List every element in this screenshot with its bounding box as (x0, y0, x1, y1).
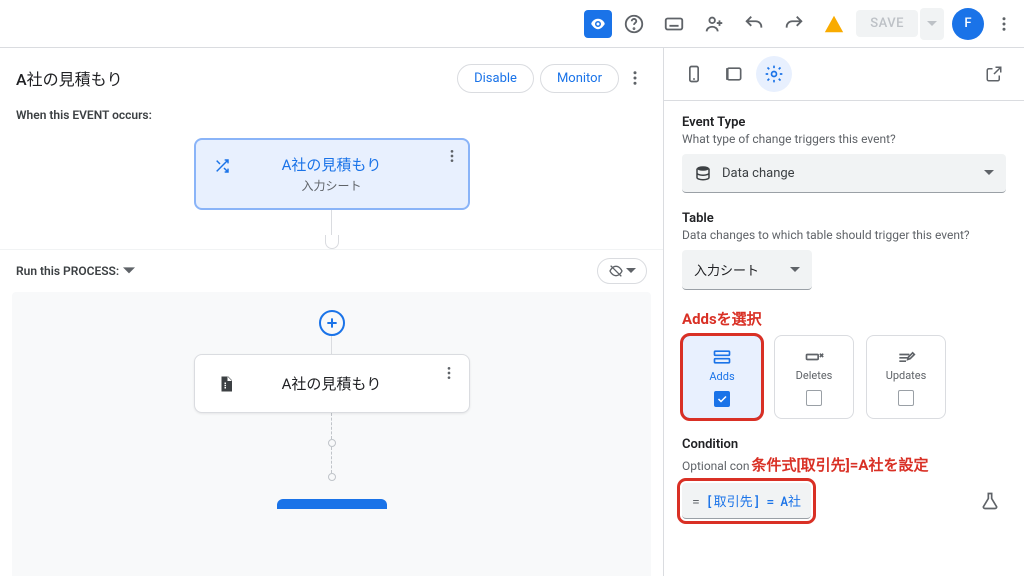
checkbox-icon (806, 390, 822, 406)
open-external-icon[interactable] (976, 56, 1012, 92)
automation-more-icon[interactable] (623, 60, 647, 96)
option-adds[interactable]: Adds (682, 335, 762, 419)
equals-prefix-icon: = (692, 492, 700, 510)
table-select[interactable]: 入力シート (682, 250, 812, 290)
event-type-desc: What type of change triggers this event? (682, 132, 1006, 146)
keyboard-icon[interactable] (656, 6, 692, 42)
process-canvas: A社の見積もり (12, 292, 651, 576)
avatar[interactable]: F (952, 8, 984, 40)
event-type-select[interactable]: Data change (682, 154, 1006, 193)
event-section-label: When this EVENT occurs: (0, 108, 663, 130)
add-step-button[interactable] (319, 310, 345, 336)
process-card-title: A社の見積もり (282, 373, 382, 394)
redo-icon[interactable] (776, 6, 812, 42)
checkbox-checked-icon (714, 391, 730, 407)
event-card-menu-icon[interactable] (444, 148, 460, 164)
deletes-icon (804, 349, 824, 365)
preview-icon[interactable] (584, 10, 612, 38)
automation-title: A社の見積もり (16, 66, 123, 90)
chevron-down-icon[interactable] (123, 265, 135, 277)
condition-label: Condition (682, 437, 1006, 452)
save-dropdown-icon (920, 8, 944, 40)
table-label: Table (682, 211, 1006, 226)
condition-column: [取引先] (706, 491, 761, 510)
condition-input[interactable]: = [取引先] = A社 (682, 483, 811, 519)
document-icon (217, 375, 235, 393)
option-updates-label: Updates (886, 369, 927, 382)
tab-tablet-icon[interactable] (716, 56, 752, 92)
process-section-label: Run this PROCESS: (16, 264, 119, 278)
process-end-bar (277, 499, 387, 509)
event-card[interactable]: A社の見積もり 入力シート (194, 138, 470, 210)
condition-value: A社 (780, 491, 801, 510)
tab-settings-icon[interactable] (756, 56, 792, 92)
add-user-icon[interactable] (696, 6, 732, 42)
updates-icon (896, 349, 916, 365)
disable-button[interactable]: Disable (457, 64, 534, 93)
annotation-condition: 条件式[取引先]=A社を設定 (751, 454, 928, 475)
undo-icon[interactable] (736, 6, 772, 42)
table-desc: Data changes to which table should trigg… (682, 228, 1006, 242)
annotation-adds: Addsを選択 (682, 308, 1006, 329)
event-card-title: A社の見積もり (282, 154, 382, 175)
warning-icon[interactable] (816, 6, 852, 42)
option-deletes-label: Deletes (796, 369, 833, 382)
process-card-menu-icon[interactable] (441, 365, 457, 381)
adds-icon (712, 348, 732, 366)
condition-op: = (766, 492, 774, 510)
shuffle-icon (214, 158, 230, 174)
database-icon (694, 164, 712, 182)
save-button: SAVE (856, 10, 918, 37)
chevron-down-icon (790, 265, 800, 275)
event-type-label: Event Type (682, 115, 1006, 130)
tab-phone-icon[interactable] (676, 56, 712, 92)
monitor-button[interactable]: Monitor (540, 64, 619, 93)
option-adds-label: Adds (709, 370, 734, 383)
chevron-down-icon (984, 168, 994, 178)
event-type-value: Data change (722, 166, 795, 181)
more-vert-icon[interactable] (992, 6, 1016, 42)
event-card-subtitle: 入力シート (301, 177, 361, 194)
flask-icon[interactable] (980, 491, 1000, 511)
help-icon[interactable] (616, 6, 652, 42)
visibility-toggle[interactable] (597, 258, 647, 284)
option-deletes[interactable]: Deletes (774, 335, 854, 419)
condition-desc: Optional con (682, 459, 749, 473)
option-updates[interactable]: Updates (866, 335, 946, 419)
table-value: 入力シート (694, 260, 759, 279)
process-card[interactable]: A社の見積もり (194, 354, 470, 413)
checkbox-icon (898, 390, 914, 406)
